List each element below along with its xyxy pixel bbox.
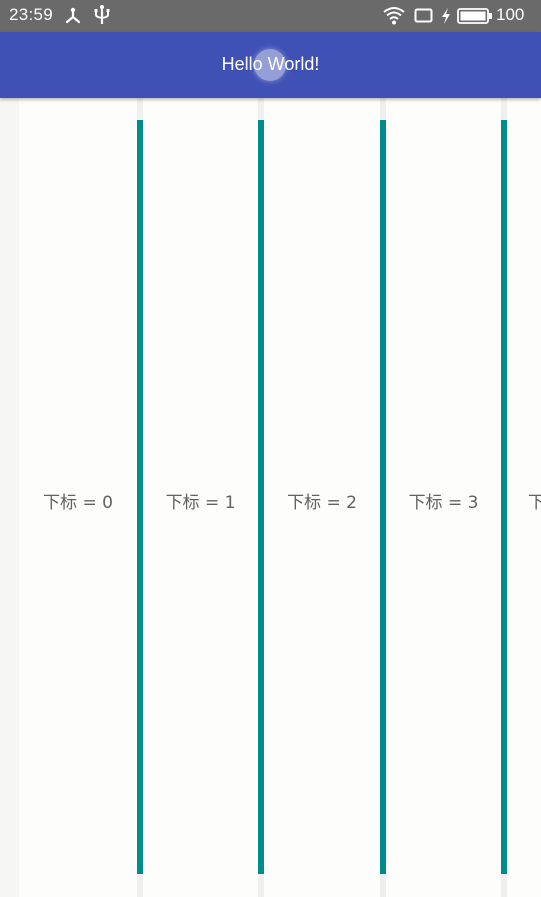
item-label: 下标 = 2 xyxy=(287,493,357,513)
list-item[interactable]: 下标 = 0 xyxy=(19,98,137,897)
item-label: 下标 = 3 xyxy=(408,493,479,513)
item-label: 下 xyxy=(528,493,541,513)
status-bar: 23:59 100 xyxy=(0,0,541,32)
usb-icon xyxy=(92,4,112,31)
battery-level: 100 xyxy=(496,5,525,24)
list-item[interactable]: 下标 = 1 xyxy=(143,98,258,897)
list-item[interactable]: 下 xyxy=(507,98,541,897)
horizontal-list[interactable]: 下标 = 0 下标 = 1 下标 = 2 下标 = 3 下 xyxy=(0,98,541,897)
status-time: 23:59 xyxy=(9,5,54,24)
list-item[interactable]: 下标 = 2 xyxy=(264,98,380,897)
usb-debug-icon xyxy=(62,4,84,31)
list-left-edge xyxy=(0,98,19,897)
charging-icon xyxy=(440,7,452,30)
item-label: 下标 = 0 xyxy=(43,493,113,513)
list-item[interactable]: 下标 = 3 xyxy=(386,98,501,897)
app-bar: Hello World! xyxy=(0,32,541,98)
battery-icon xyxy=(457,8,493,29)
item-label: 下标 = 1 xyxy=(165,493,236,513)
wifi-icon xyxy=(383,5,405,30)
touch-indicator xyxy=(254,49,286,81)
screen-icon xyxy=(414,8,434,29)
